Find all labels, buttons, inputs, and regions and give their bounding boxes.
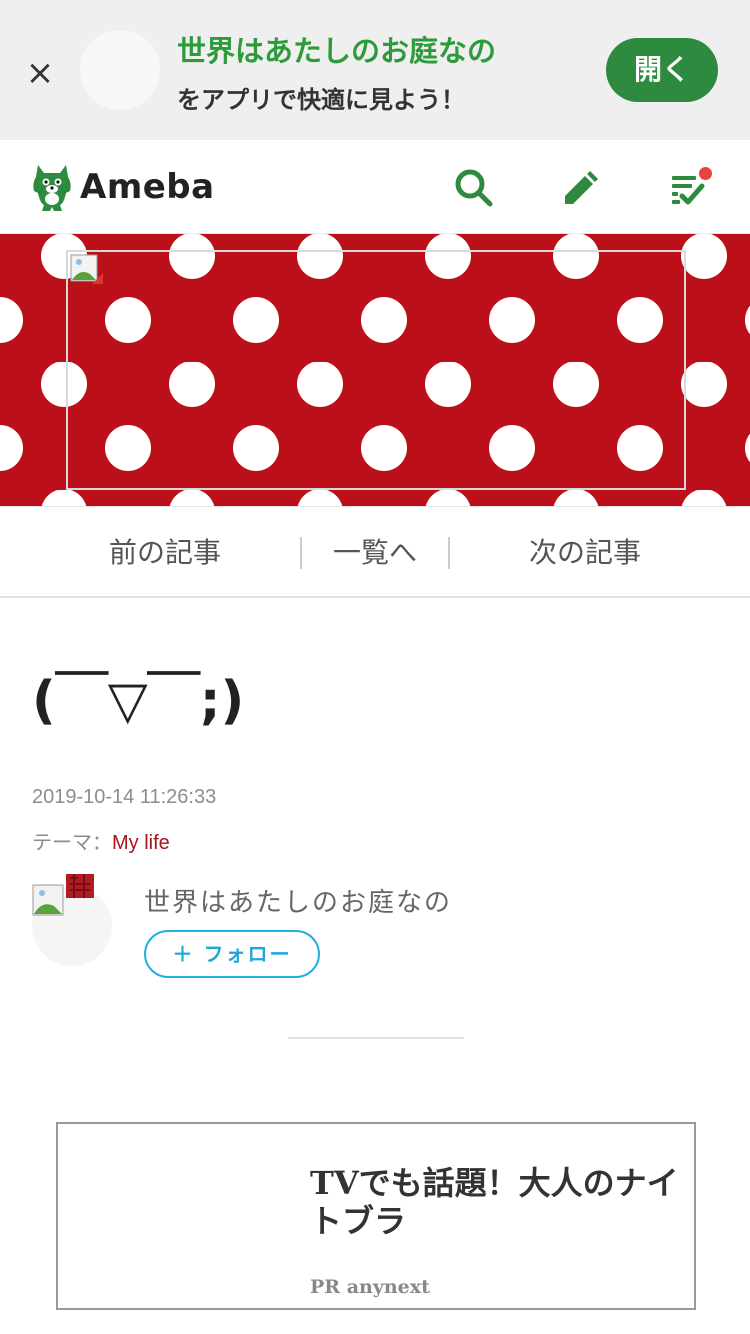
write-post-button[interactable] — [557, 166, 601, 210]
search-icon — [455, 169, 493, 207]
header-image-placeholder — [66, 250, 686, 490]
close-banner-button[interactable]: × — [22, 52, 58, 94]
sponsored-ad[interactable]: TVでも話題！大人のナイトブラ PR anynext — [56, 1122, 696, 1310]
entry-theme: テーマ：My life — [32, 826, 170, 855]
entry-title: (￣▽￣;) — [32, 671, 245, 731]
blog-avatar — [80, 30, 160, 110]
entry-date: 2019-10-14 11:26:33 — [32, 786, 217, 808]
broken-image-icon — [70, 254, 103, 284]
follow-button[interactable]: ＋ フォロー — [144, 930, 320, 978]
ad-title[interactable]: TVでも話題！大人のナイトブラ — [310, 1164, 682, 1240]
ameba-logo[interactable]: Ameba — [30, 160, 215, 214]
ameba-mascot-icon — [33, 165, 71, 211]
edit-icon — [565, 171, 598, 204]
nav-divider — [448, 537, 450, 569]
logo-text: Ameba — [80, 167, 215, 207]
article-list-link[interactable]: 一覧へ — [300, 507, 450, 599]
author-name[interactable]: 世界はあたしのお庭なの — [144, 882, 452, 919]
search-button[interactable] — [452, 166, 496, 210]
section-divider — [288, 1037, 464, 1039]
prev-article-link[interactable]: 前の記事 — [60, 507, 270, 599]
article-navigation: 前の記事 一覧へ 次の記事 — [0, 506, 750, 598]
author-stamp-icon — [66, 874, 94, 898]
notification-badge — [697, 165, 714, 182]
theme-label: テーマ： — [32, 830, 112, 854]
banner-blog-title: 世界はあたしのお庭なの — [177, 34, 497, 68]
blog-header-image — [0, 234, 750, 506]
theme-link[interactable]: My life — [112, 832, 170, 854]
next-article-link[interactable]: 次の記事 — [480, 507, 690, 599]
site-header: Ameba — [0, 140, 750, 234]
banner-subtitle: をアプリで快適に見よう！ — [177, 86, 465, 114]
ad-sponsor: PR anynext — [310, 1276, 430, 1298]
app-install-banner: × 世界はあたしのお庭なの をアプリで快適に見よう！ 開く — [0, 0, 750, 140]
open-app-button[interactable]: 開く — [606, 38, 718, 102]
broken-image-icon — [32, 884, 64, 916]
